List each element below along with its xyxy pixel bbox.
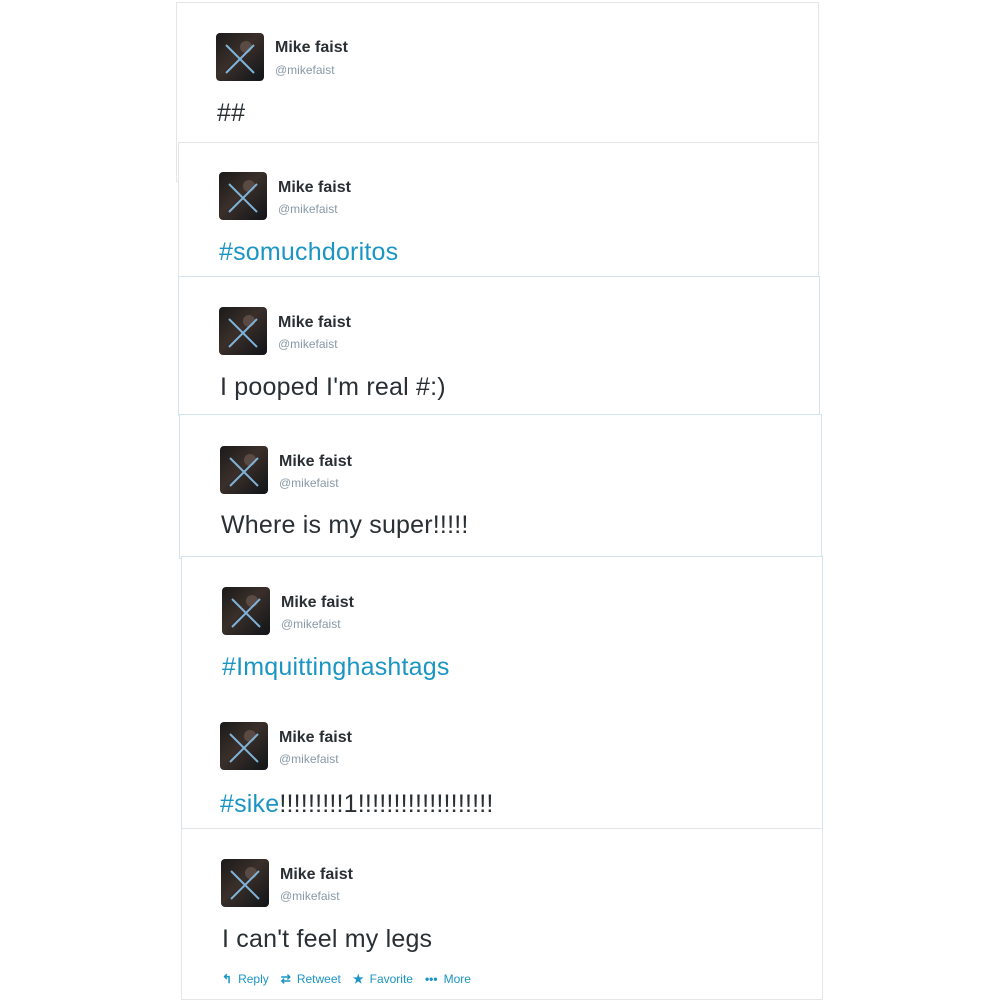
avatar[interactable] [221,859,269,907]
reply-label: Reply [238,972,269,986]
favorite-button[interactable]: ★ Favorite [353,972,413,986]
user-handle[interactable]: @mikefaist [278,202,338,216]
avatar[interactable] [216,33,264,81]
tweet-actions: ↰ Reply ⇄ Retweet ★ Favorite ••• More [222,972,471,986]
avatar-image [228,315,258,348]
tweet-text: I can't feel my legs [222,925,433,953]
avatar[interactable] [220,722,268,770]
user-handle[interactable]: @mikefaist [279,752,339,766]
avatar[interactable] [219,307,267,355]
avatar-image [230,867,260,900]
avatar-image [229,454,259,487]
tweet-text: Where is my super!!!!! [221,511,469,539]
user-name[interactable]: Mike faist [275,39,348,57]
avatar[interactable] [219,172,267,220]
reply-button[interactable]: ↰ Reply [222,972,269,986]
avatar[interactable] [222,587,270,635]
hashtag-link[interactable]: #sike [220,790,279,818]
hashtag-link[interactable]: #Imquittinghashtags [222,653,450,682]
user-name[interactable]: Mike faist [278,314,351,332]
avatar-image [225,41,255,74]
user-name[interactable]: Mike faist [280,866,353,884]
tweet-text-rest: !!!!!!!!!1!!!!!!!!!!!!!!!!!!! [279,790,494,818]
avatar-image [231,595,261,628]
favorite-label: Favorite [369,972,413,986]
avatar-image [229,730,259,763]
user-handle[interactable]: @mikefaist [279,476,339,490]
user-name[interactable]: Mike faist [281,594,354,612]
user-name[interactable]: Mike faist [279,453,352,471]
tweet-text: I pooped I'm real #:) [220,373,446,401]
tweet-card: Mike faist @mikefaist I can't feel my le… [181,828,823,1000]
tweet-stack: Mike faist @mikefaist ## Mike faist @mik… [0,0,1000,1000]
ellipsis-icon: ••• [424,972,438,986]
user-handle[interactable]: @mikefaist [281,617,341,631]
tweet-card: Mike faist @mikefaist #somuchdoritos [178,142,819,279]
user-handle[interactable]: @mikefaist [275,63,335,77]
user-name[interactable]: Mike faist [278,179,351,197]
tweet-text: ## [217,99,246,127]
tweet-text: #sike!!!!!!!!!1!!!!!!!!!!!!!!!!!!! [220,790,494,819]
retweet-label: Retweet [296,972,341,986]
retweet-button[interactable]: ⇄ Retweet [281,972,341,986]
avatar[interactable] [220,446,268,494]
more-label: More [443,972,471,986]
user-handle[interactable]: @mikefaist [278,337,338,351]
tweet-card: Mike faist @mikefaist Where is my super!… [179,414,822,559]
tweet-card: Mike faist @mikefaist I pooped I'm real … [178,276,820,416]
user-handle[interactable]: @mikefaist [280,889,340,903]
retweet-icon: ⇄ [280,972,291,986]
reply-icon: ↰ [222,972,233,986]
star-icon: ★ [352,972,364,986]
more-button[interactable]: ••• More [425,972,471,986]
hashtag-link[interactable]: #somuchdoritos [219,238,398,267]
tweet-card: Mike faist @mikefaist #Imquittinghashtag… [181,556,823,831]
user-name[interactable]: Mike faist [279,729,352,747]
avatar-image [228,180,258,213]
